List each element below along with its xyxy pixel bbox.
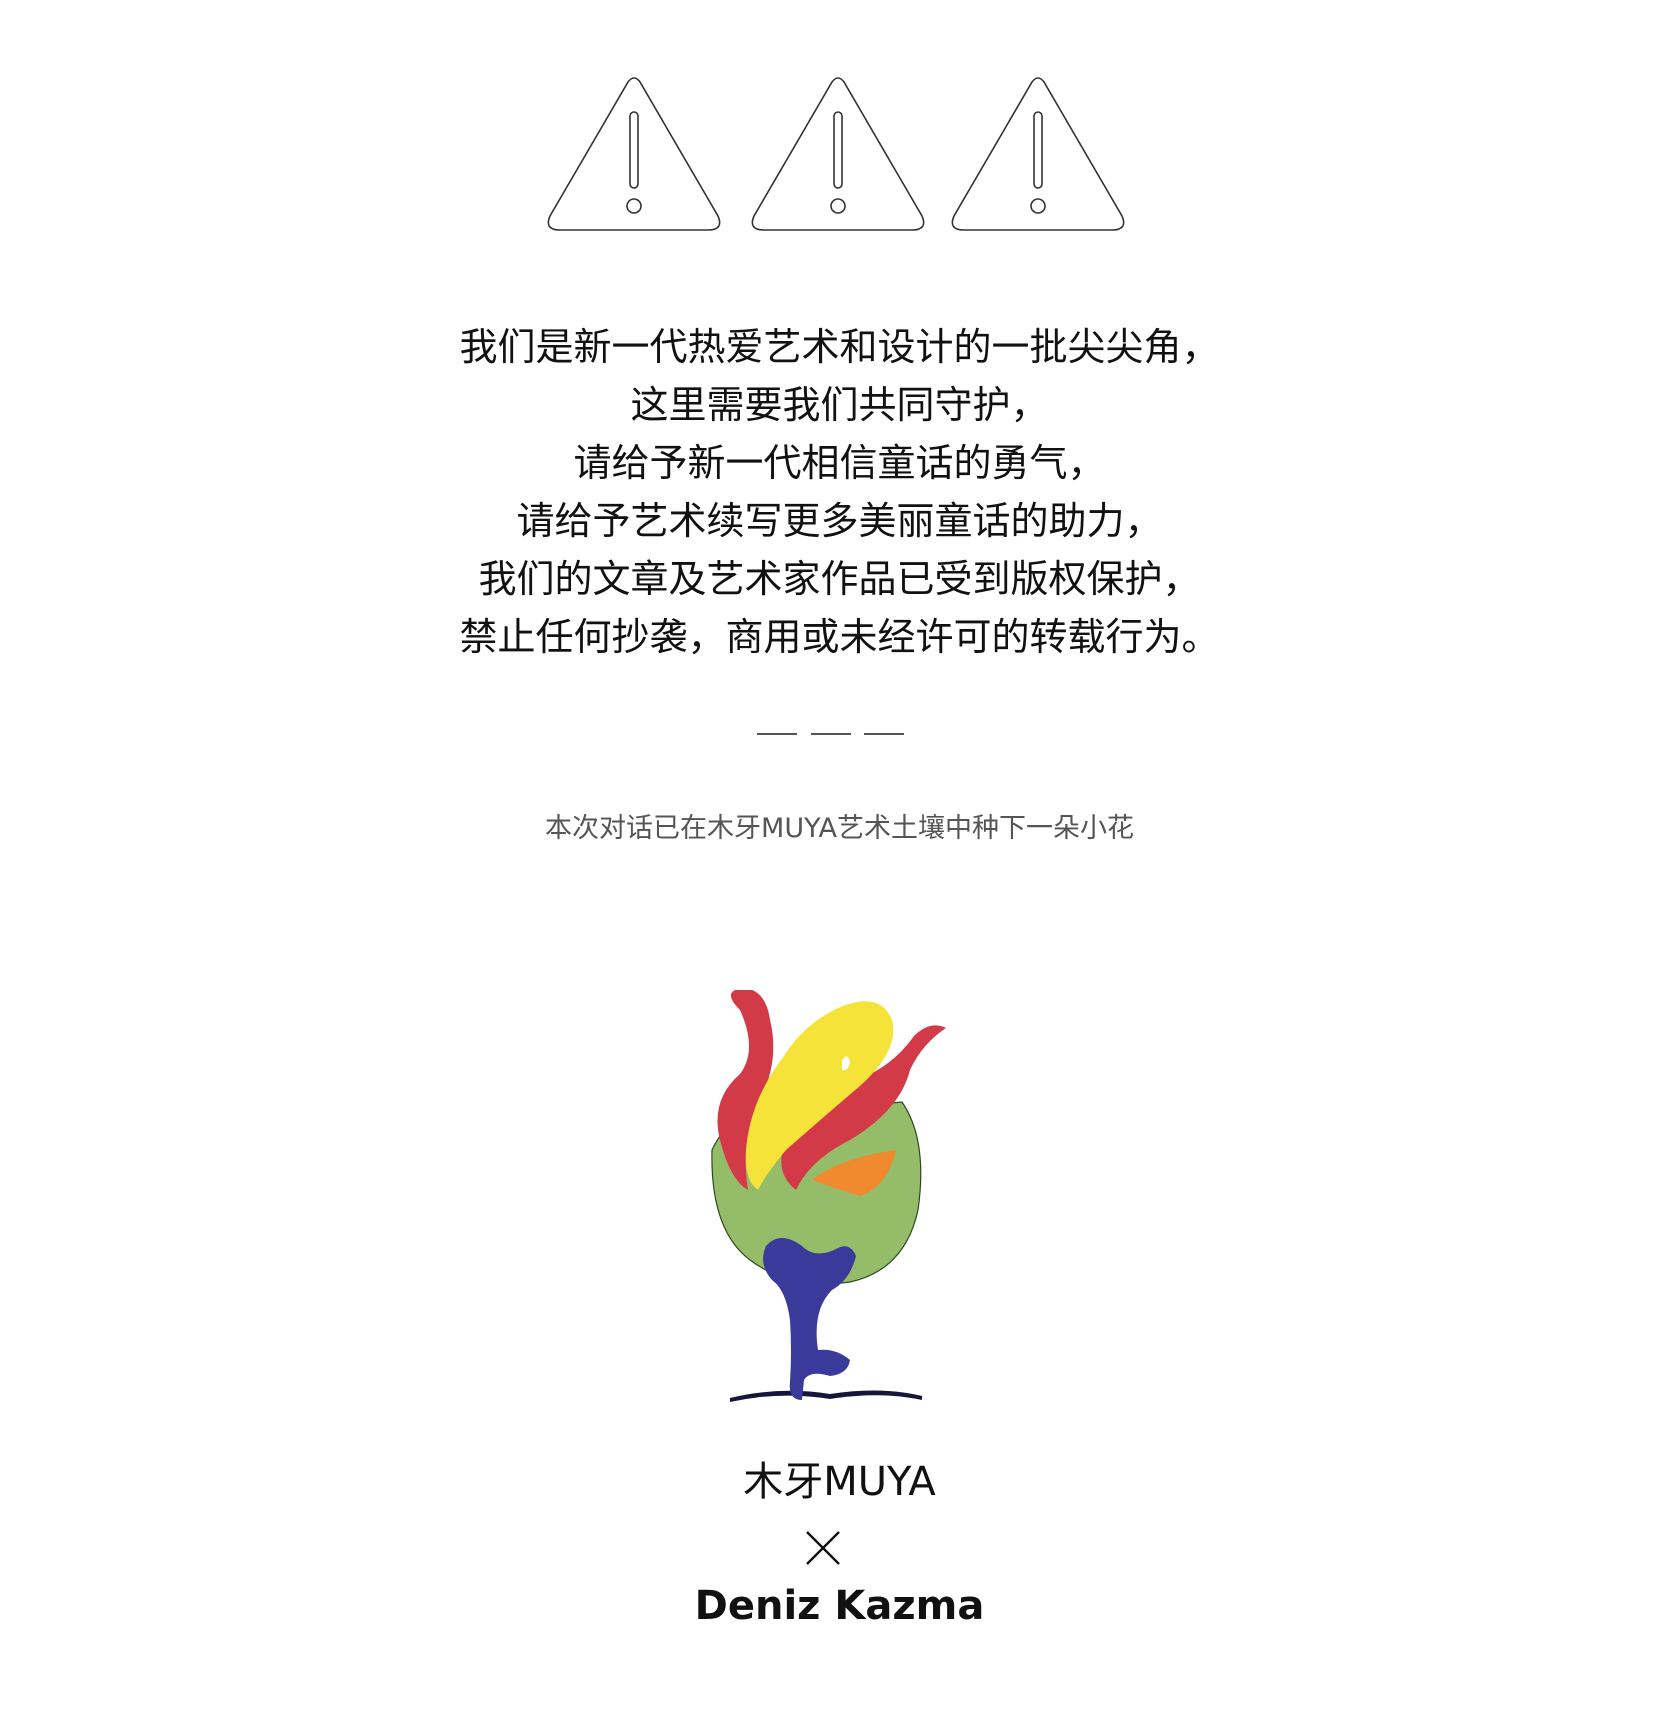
triple-dash-divider — [0, 733, 1679, 737]
statement-line: 我们的文章及艺术家作品已受到版权保护， — [478, 557, 1201, 601]
divider-dash — [757, 733, 797, 735]
divider-dash — [811, 733, 851, 735]
artist-name: Deniz Kazma — [694, 1583, 985, 1629]
brand-name: 木牙MUYA — [743, 1459, 936, 1505]
cross-icon — [806, 1531, 840, 1565]
statement-line: 请给予新一代相信童话的勇气， — [573, 441, 1106, 485]
warning-icons-row — [0, 76, 1679, 236]
warning-triangle-icon — [547, 77, 721, 231]
warning-triangle-icon — [751, 77, 925, 231]
copyright-statement: 我们是新一代热爱艺术和设计的一批尖尖角， 这里需要我们共同守护， 请给予新一代相… — [0, 318, 1679, 666]
caption-text: 本次对话已在木牙MUYA艺术土壤中种下一朵小花 — [545, 813, 1134, 844]
statement-line: 请给予艺术续写更多美丽童话的助力， — [516, 499, 1163, 543]
statement-line: 禁止任何抄袭，商用或未经许可的转载行为。 — [459, 615, 1220, 659]
divider-dash — [864, 733, 904, 735]
flower-tree-logo-icon — [711, 990, 946, 1402]
statement-line: 这里需要我们共同守护， — [630, 383, 1049, 427]
warning-triangle-icon — [951, 77, 1125, 231]
statement-line: 我们是新一代热爱艺术和设计的一批尖尖角， — [459, 325, 1220, 369]
